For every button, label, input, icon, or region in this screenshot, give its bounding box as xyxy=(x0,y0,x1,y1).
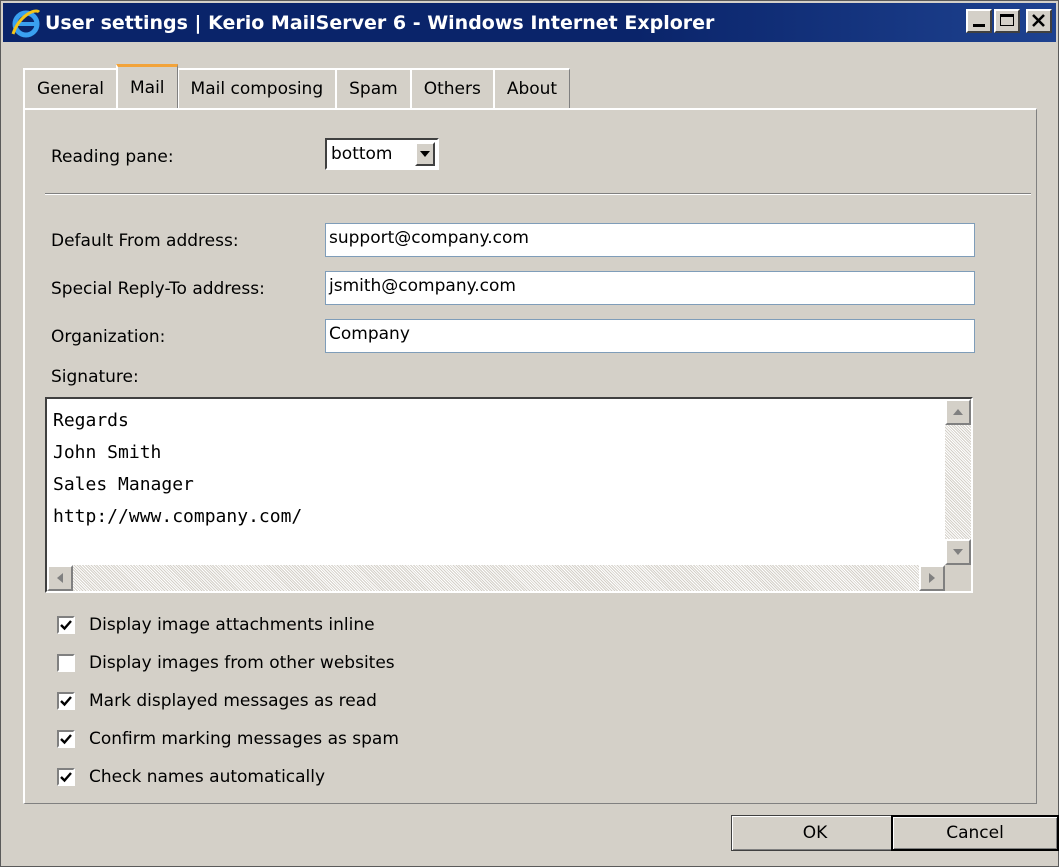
mail-settings-panel: Reading pane: bottom Default From addres… xyxy=(23,108,1037,804)
option-label: Display image attachments inline xyxy=(89,615,375,635)
checkmark-icon xyxy=(60,696,72,707)
checkmark-icon xyxy=(60,734,72,745)
arrow-up-icon xyxy=(953,409,963,415)
checkbox[interactable] xyxy=(57,692,75,710)
chevron-down-icon[interactable] xyxy=(415,142,435,166)
window-title: User settings | Kerio MailServer 6 - Win… xyxy=(45,11,715,34)
minimize-button[interactable] xyxy=(966,9,992,33)
option-confirm-spam[interactable]: Confirm marking messages as spam xyxy=(57,729,399,749)
option-external-images[interactable]: Display images from other websites xyxy=(57,653,395,673)
checkmark-icon xyxy=(60,772,72,783)
reply-to-field[interactable]: jsmith@company.com xyxy=(325,271,975,305)
horizontal-scrollbar[interactable] xyxy=(47,565,945,591)
option-mark-read[interactable]: Mark displayed messages as read xyxy=(57,691,377,711)
browser-window: User settings | Kerio MailServer 6 - Win… xyxy=(0,0,1059,867)
tab-general[interactable]: General xyxy=(23,68,117,108)
close-button[interactable] xyxy=(1026,9,1052,33)
vertical-scrollbar[interactable] xyxy=(945,399,971,565)
from-address-field[interactable]: support@company.com xyxy=(325,223,975,257)
separator xyxy=(45,193,1031,195)
scroll-left-button[interactable] xyxy=(47,565,73,591)
option-label: Check names automatically xyxy=(89,767,326,787)
maximize-icon xyxy=(1000,14,1014,26)
checkmark-icon xyxy=(60,620,72,631)
option-check-names[interactable]: Check names automatically xyxy=(57,767,325,787)
scroll-down-button[interactable] xyxy=(945,539,971,565)
scroll-right-button[interactable] xyxy=(919,565,945,591)
reading-pane-label: Reading pane: xyxy=(51,147,174,167)
checkbox[interactable] xyxy=(57,730,75,748)
arrow-right-icon xyxy=(929,573,935,583)
option-label: Mark displayed messages as read xyxy=(89,691,377,711)
cancel-button[interactable]: Cancel xyxy=(891,815,1059,851)
reading-pane-select[interactable]: bottom xyxy=(325,138,439,170)
tab-mail[interactable]: Mail xyxy=(116,64,178,108)
tab-spam[interactable]: Spam xyxy=(335,68,411,108)
tab-about[interactable]: About xyxy=(492,68,571,108)
tab-strip: General Mail Mail composing Spam Others … xyxy=(23,64,571,108)
organization-field[interactable]: Company xyxy=(325,319,975,353)
checkbox[interactable] xyxy=(57,616,75,634)
tab-mail-composing[interactable]: Mail composing xyxy=(176,68,337,108)
internet-explorer-icon xyxy=(9,6,43,40)
reply-to-label: Special Reply-To address: xyxy=(51,279,265,299)
minimize-icon xyxy=(973,24,985,27)
scroll-up-button[interactable] xyxy=(945,399,971,425)
option-label: Display images from other websites xyxy=(89,653,395,673)
checkbox[interactable] xyxy=(57,768,75,786)
scrollbar-corner xyxy=(945,565,971,591)
arrow-down-icon xyxy=(953,549,963,555)
reading-pane-value: bottom xyxy=(331,144,393,164)
signature-textarea[interactable]: Regards John Smith Sales Manager http://… xyxy=(45,397,973,593)
title-bar[interactable]: User settings | Kerio MailServer 6 - Win… xyxy=(3,3,1056,42)
arrow-left-icon xyxy=(57,573,63,583)
ok-button[interactable]: OK xyxy=(731,815,899,851)
option-inline-attachments[interactable]: Display image attachments inline xyxy=(57,615,375,635)
signature-text: Regards John Smith Sales Manager http://… xyxy=(53,410,303,527)
checkbox[interactable] xyxy=(57,654,75,672)
tab-others[interactable]: Others xyxy=(409,68,494,108)
signature-label: Signature: xyxy=(51,367,139,387)
maximize-button[interactable] xyxy=(994,9,1020,33)
option-label: Confirm marking messages as spam xyxy=(89,729,399,749)
organization-label: Organization: xyxy=(51,327,166,347)
close-icon xyxy=(1032,14,1045,27)
from-address-label: Default From address: xyxy=(51,231,239,251)
